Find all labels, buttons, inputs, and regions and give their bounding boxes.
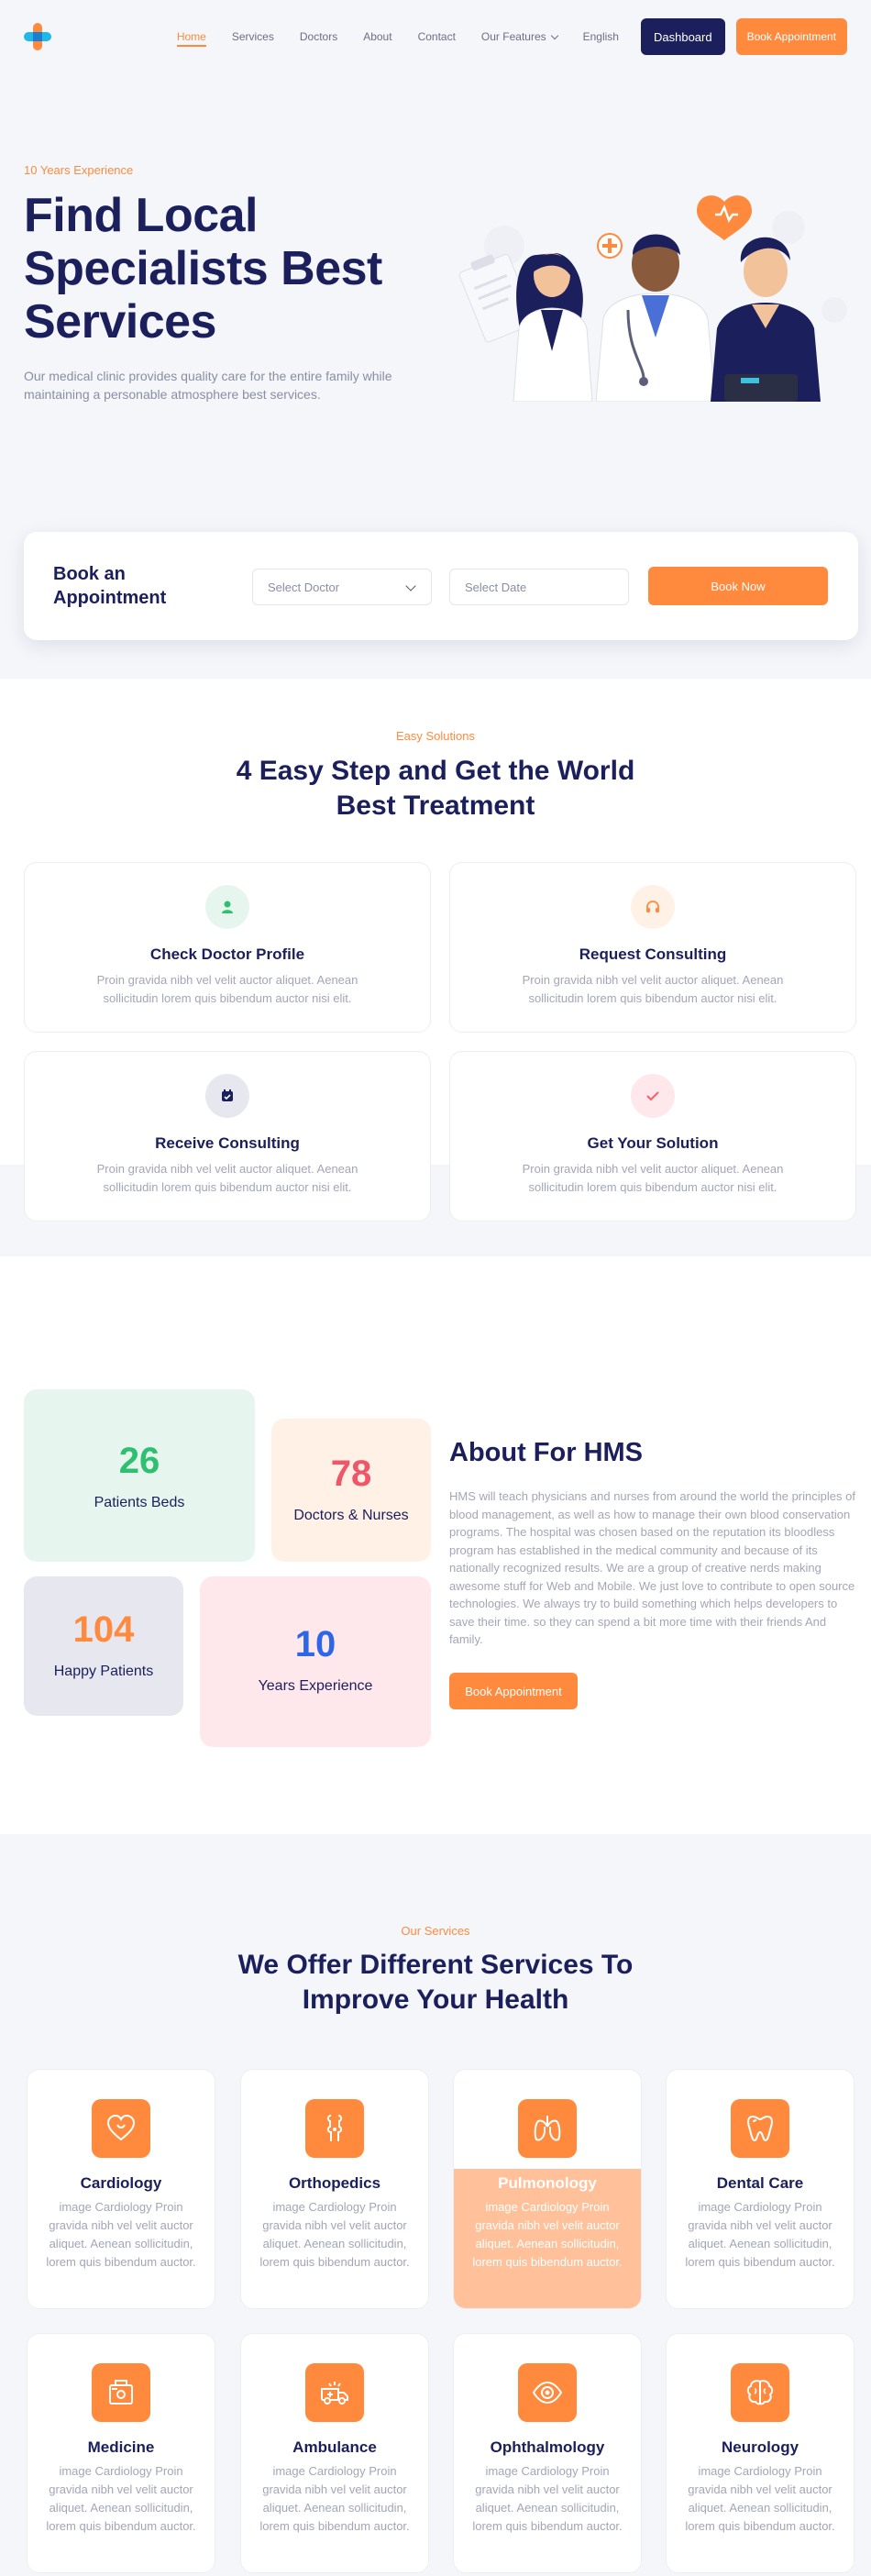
services-subtitle: Our Services [401, 1924, 470, 1938]
nav-doctors[interactable]: Doctors [300, 30, 337, 43]
service-title: Cardiology [80, 2174, 162, 2192]
hero-section: 10 Years Experience Find Local Specialis… [0, 73, 871, 468]
step-card[interactable]: Request Consulting Proin gravida nibh ve… [449, 862, 856, 1033]
step-title: Receive Consulting [155, 1134, 300, 1152]
service-card-orthopedics[interactable]: Orthopedics image Cardiology Proin gravi… [240, 2069, 429, 2309]
stat-card: 78 Doctors & Nurses [271, 1419, 431, 1562]
service-text: image Cardiology Proin gravida nibh vel … [685, 2464, 835, 2534]
stat-number: 10 [294, 1624, 336, 1664]
nav-contact[interactable]: Contact [418, 30, 456, 43]
service-card-ambulance[interactable]: Ambulance image Cardiology Proin gravida… [240, 2333, 429, 2573]
step-text: Proin gravida nibh vel velit auctor aliq… [96, 973, 358, 1005]
hero-experience: 10 Years Experience [24, 163, 134, 177]
eye-icon [518, 2363, 577, 2422]
service-text: image Cardiology Proin gravida nibh vel … [259, 2200, 410, 2270]
services-title: We Offer Different Services To Improve Y… [237, 1950, 634, 2016]
service-text: image Cardiology Proin gravida nibh vel … [685, 2200, 835, 2270]
stat-card: 10 Years Experience [200, 1576, 431, 1747]
service-card-pulmonology[interactable]: Pulmonology image Cardiology Proin gravi… [453, 2069, 642, 2309]
step-card[interactable]: Get Your Solution Proin gravida nibh vel… [449, 1051, 856, 1222]
step-title: Check Doctor Profile [149, 945, 305, 963]
service-card-cardiology[interactable]: Cardiology image Cardiology Proin gravid… [27, 2069, 215, 2309]
stat-card: 104 Happy Patients [24, 1576, 183, 1716]
nav-home[interactable]: Home [176, 30, 206, 47]
stat-label: Doctors & Nurses [293, 1508, 409, 1523]
stat-card: 26 Patients Beds [24, 1389, 255, 1562]
check-icon [631, 1074, 675, 1118]
stat-label: Patients Beds [94, 1495, 185, 1510]
service-title: Pulmonology [498, 2174, 597, 2192]
service-title: Neurology [721, 2438, 799, 2456]
service-card-ophthalmology[interactable]: Ophthalmology image Cardiology Proin gra… [453, 2333, 642, 2573]
page: Home Services Doctors About Contact Our … [0, 0, 871, 2576]
dashboard-button[interactable]: Dashboard [640, 18, 725, 55]
about-text: HMS will teach physicians and nurses fro… [449, 1489, 855, 1646]
step-text: Proin gravida nibh vel velit auctor aliq… [522, 1162, 784, 1194]
select-doctor-value: Select Doctor [268, 580, 340, 594]
service-card-neurology[interactable]: Neurology image Cardiology Proin gravida… [666, 2333, 854, 2573]
booking-title: Book an Appointment [53, 564, 167, 608]
step-title: Get Your Solution [587, 1134, 719, 1152]
service-text: image Cardiology Proin gravida nibh vel … [259, 2464, 410, 2534]
nav-language[interactable]: English [583, 30, 619, 43]
nav-our-features[interactable]: Our Features [480, 30, 558, 43]
step-text: Proin gravida nibh vel velit auctor aliq… [96, 1162, 358, 1194]
chevron-down-icon [550, 31, 558, 40]
ambulance-icon [305, 2363, 364, 2422]
bone-icon [305, 2099, 364, 2158]
about-title: About For HMS [449, 1438, 644, 1467]
service-card-medicine[interactable]: Medicine image Cardiology Proin gravida … [27, 2333, 215, 2573]
book-now-button[interactable]: Book Now [648, 567, 828, 605]
chevron-down-icon [405, 580, 416, 591]
heart-icon [92, 2099, 150, 2158]
nav-our-features-label: Our Features [480, 30, 546, 43]
service-text: image Cardiology Proin gravida nibh vel … [46, 2464, 196, 2534]
stat-label: Happy Patients [53, 1664, 154, 1679]
service-card-dental-care[interactable]: Dental Care image Cardiology Proin gravi… [666, 2069, 854, 2309]
service-title: Dental Care [716, 2174, 804, 2192]
lungs-icon [518, 2099, 577, 2158]
stat-number: 78 [330, 1454, 372, 1494]
tooth-icon [731, 2099, 789, 2158]
brain-icon [731, 2363, 789, 2422]
user-icon [205, 885, 249, 929]
stat-number: 26 [118, 1441, 160, 1481]
service-text: image Cardiology Proin gravida nibh vel … [472, 2464, 623, 2534]
nav-about[interactable]: About [363, 30, 391, 43]
booking-card: Book an Appointment Select Doctor Select… [24, 532, 858, 640]
steps-subtitle: Easy Solutions [396, 729, 475, 743]
step-card[interactable]: Check Doctor Profile Proin gravida nibh … [24, 862, 431, 1033]
service-text: image Cardiology Proin gravida nibh vel … [472, 2200, 623, 2270]
select-date-input[interactable]: Select Date [449, 569, 629, 605]
steps-title: 4 Easy Step and Get the World Best Treat… [236, 756, 635, 822]
step-text: Proin gravida nibh vel velit auctor aliq… [522, 973, 784, 1005]
calendar-icon [205, 1074, 249, 1118]
top-nav: Home Services Doctors About Contact Our … [0, 0, 871, 73]
about-book-button[interactable]: Book Appointment [449, 1673, 578, 1709]
headset-icon [631, 885, 675, 929]
service-text: image Cardiology Proin gravida nibh vel … [46, 2200, 196, 2270]
step-title: Request Consulting [579, 945, 727, 963]
service-title: Ambulance [292, 2438, 377, 2456]
stat-label: Years Experience [258, 1678, 373, 1694]
hero-title: Find Local Specialists Best Services [24, 189, 382, 349]
service-title: Medicine [87, 2438, 155, 2456]
select-doctor-dropdown[interactable]: Select Doctor [252, 569, 432, 605]
doctors-illustration [458, 195, 847, 402]
service-title: Ophthalmology [490, 2438, 605, 2456]
step-card[interactable]: Receive Consulting Proin gravida nibh ve… [24, 1051, 431, 1222]
medicine-icon [92, 2363, 150, 2422]
stat-number: 104 [72, 1609, 135, 1650]
nav-services[interactable]: Services [232, 30, 274, 43]
book-appointment-button[interactable]: Book Appointment [735, 18, 847, 55]
logo-icon[interactable] [24, 23, 51, 50]
hero-description: Our medical clinic provides quality care… [24, 369, 392, 403]
service-title: Orthopedics [288, 2174, 381, 2192]
main-menu: Home Services Doctors About Contact Our … [164, 30, 632, 47]
